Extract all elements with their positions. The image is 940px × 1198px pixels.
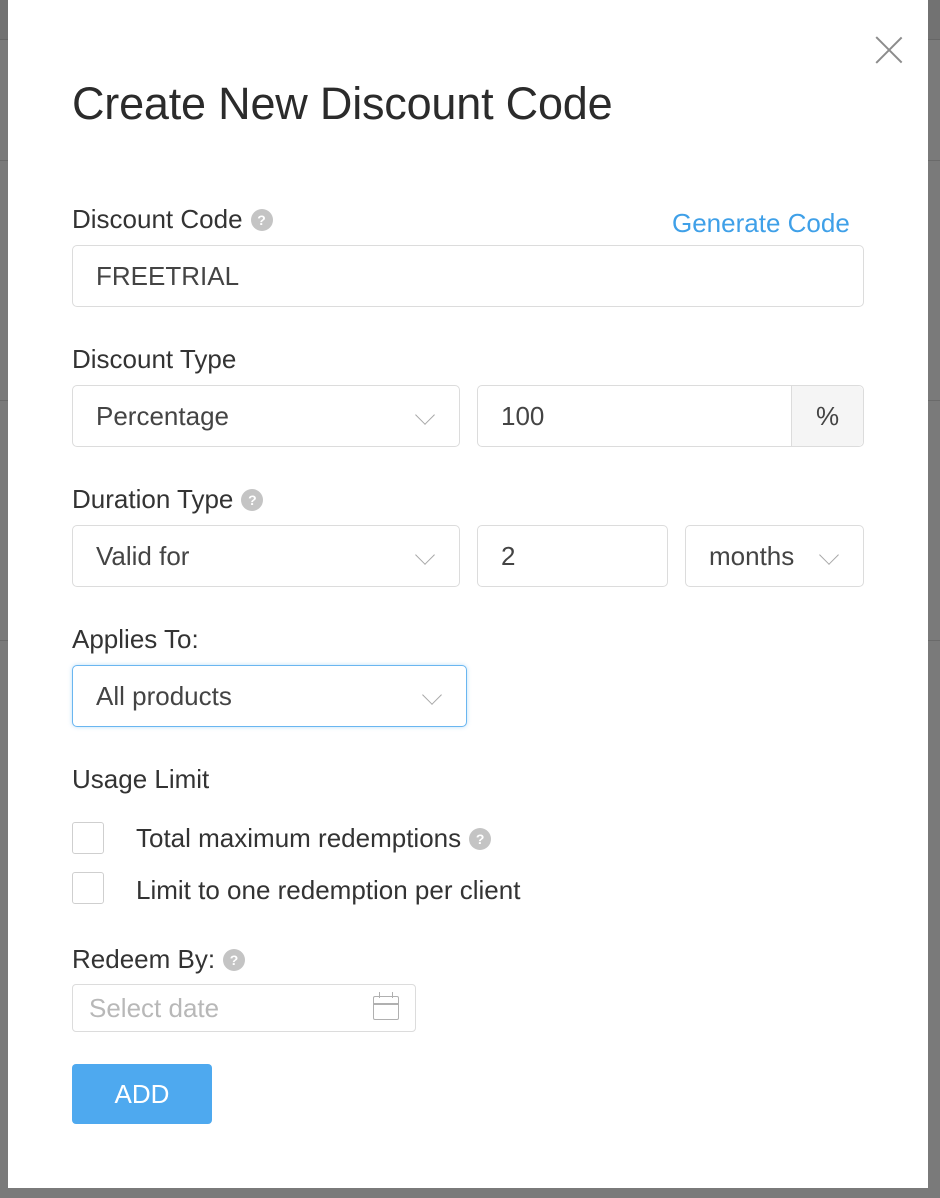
chevron-down-icon [415, 405, 435, 425]
discount-type-label: Discount Type [72, 344, 236, 375]
applies-to-label: Applies To: [72, 624, 199, 655]
duration-type-select[interactable]: Valid for [72, 525, 460, 587]
help-icon[interactable]: ? [250, 208, 273, 231]
applies-to-value: All products [96, 680, 232, 711]
chevron-down-icon [422, 685, 442, 705]
duration-type-label: Duration Type ? [72, 484, 264, 515]
usage-limit-label: Usage Limit [72, 764, 209, 795]
calendar-icon[interactable] [373, 992, 399, 1020]
duration-type-label-text: Duration Type [72, 484, 234, 514]
chevron-down-icon [415, 545, 435, 565]
duration-type-value: Valid for [96, 540, 190, 571]
add-button[interactable]: ADD [72, 1064, 212, 1124]
total-max-redemptions-text: Total maximum redemptions [136, 823, 462, 853]
generate-code-link[interactable]: Generate Code [672, 208, 850, 239]
usage-limit-label-text: Usage Limit [72, 764, 210, 794]
one-redemption-per-client-checkbox[interactable] [72, 872, 104, 904]
total-max-redemptions-checkbox[interactable] [72, 822, 104, 854]
redeem-by-label: Redeem By: ? [72, 944, 246, 975]
chevron-down-icon [819, 545, 839, 565]
redeem-by-date-input[interactable]: Select date [72, 984, 416, 1032]
redeem-by-label-text: Redeem By: [72, 944, 216, 974]
one-redemption-per-client-text: Limit to one redemption per client [136, 875, 521, 905]
percent-addon: % [791, 386, 863, 446]
discount-type-select[interactable]: Percentage [72, 385, 460, 447]
applies-to-select[interactable]: All products [72, 665, 467, 727]
duration-count-input[interactable]: 2 [477, 525, 668, 587]
one-redemption-per-client-label: Limit to one redemption per client [136, 875, 520, 906]
help-icon[interactable]: ? [241, 488, 264, 511]
duration-count-value: 2 [501, 540, 516, 571]
discount-type-value: Percentage [96, 400, 229, 431]
create-discount-modal: Create New Discount Code Discount Code ?… [8, 0, 928, 1188]
duration-period-select[interactable]: months [685, 525, 864, 587]
modal-title: Create New Discount Code [72, 78, 613, 129]
discount-type-label-text: Discount Type [72, 344, 237, 374]
duration-period-value: months [709, 540, 795, 571]
discount-amount-value: 100 [501, 400, 545, 431]
redeem-by-placeholder: Select date [89, 992, 220, 1023]
help-icon[interactable]: ? [223, 948, 246, 971]
discount-code-label-text: Discount Code [72, 204, 243, 234]
discount-code-value: FREETRIAL [96, 260, 240, 291]
close-icon[interactable] [874, 34, 904, 64]
help-icon[interactable]: ? [469, 827, 492, 850]
total-max-redemptions-label: Total maximum redemptions ? [136, 823, 492, 854]
discount-code-input[interactable]: FREETRIAL [72, 245, 864, 307]
discount-code-label: Discount Code ? [72, 204, 273, 235]
discount-amount-input[interactable]: 100 % [477, 385, 864, 447]
applies-to-label-text: Applies To: [72, 624, 199, 654]
